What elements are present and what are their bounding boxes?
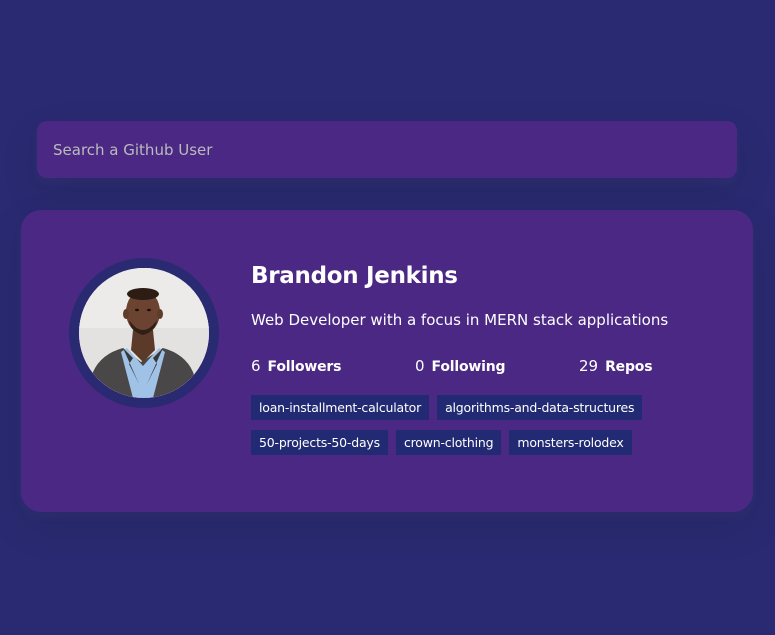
repo-list: loan-installment-calculator algorithms-an… — [251, 395, 721, 465]
search-input[interactable] — [37, 121, 737, 178]
avatar — [69, 258, 219, 408]
user-info: Brandon Jenkins Web Developer with a foc… — [251, 260, 721, 455]
user-name: Brandon Jenkins — [251, 263, 458, 289]
stat-followers: 6 Followers — [251, 354, 341, 379]
search-form — [37, 121, 737, 178]
repo-link[interactable]: 50-projects-50-days — [251, 430, 388, 455]
user-card: Brandon Jenkins Web Developer with a foc… — [21, 210, 753, 512]
repo-link[interactable]: loan-installment-calculator — [251, 395, 430, 420]
repo-link[interactable]: monsters-rolodex — [509, 430, 632, 455]
repo-link[interactable]: algorithms-and-data-structures — [437, 395, 643, 420]
stat-repos: 29 Repos — [579, 354, 653, 379]
repos-count: 29 — [579, 357, 599, 375]
followers-count: 6 — [251, 357, 261, 375]
following-count: 0 — [415, 357, 425, 375]
following-label: Following — [431, 359, 506, 375]
stat-following: 0 Following — [415, 354, 506, 379]
user-avatar-photo-icon — [79, 268, 209, 398]
followers-label: Followers — [267, 359, 342, 375]
user-stats: 6 Followers 0 Following 29 Repos — [251, 354, 721, 378]
repo-link[interactable]: crown-clothing — [395, 430, 502, 455]
user-bio: Web Developer with a focus in MERN stack… — [251, 311, 669, 329]
repos-label: Repos — [605, 359, 653, 375]
